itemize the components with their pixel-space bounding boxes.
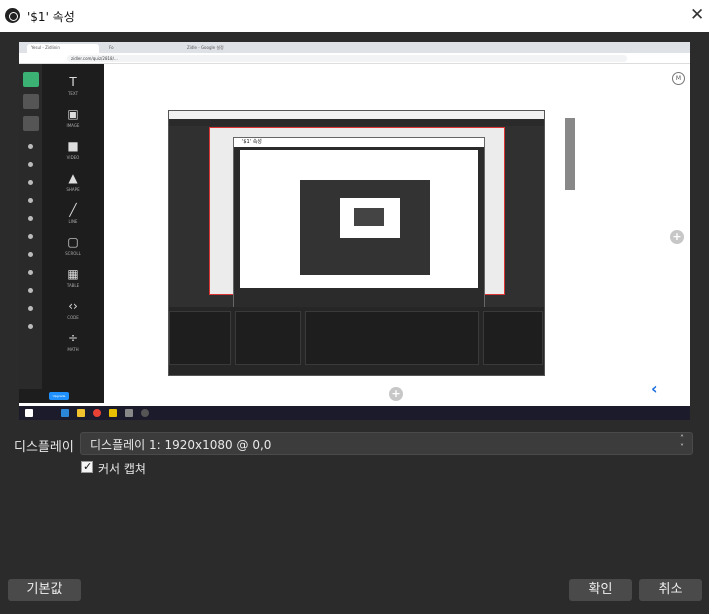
nested-preview — [240, 150, 478, 288]
chevron-left-icon: ‹ — [651, 379, 658, 398]
ok-button[interactable]: 확인 — [569, 579, 632, 601]
brush-icon — [28, 198, 33, 203]
app-icon — [109, 409, 117, 417]
editor-tool-column: T TEXT ▣ IMAGE ■ VIDEO ▲ SHAPE ╱ LINE ▢ SCROLL… — [42, 64, 104, 402]
nested-dock — [169, 311, 231, 365]
gear-icon — [28, 180, 33, 185]
nested-preview-level2 — [300, 180, 430, 275]
browser-tab: Zidle - Google 설정 — [187, 45, 224, 50]
folder-icon — [28, 288, 33, 293]
chrome-icon — [93, 409, 101, 417]
tool-math: ÷ MATH — [67, 331, 79, 353]
undo-icon — [23, 94, 39, 109]
browser-address-bar: zidler.com/quiz/2818/... — [19, 53, 690, 64]
display-select[interactable]: 디스플레이 1: 1920x1080 @ 0,0 ˄ ˅ — [80, 432, 693, 455]
windows-taskbar — [19, 406, 690, 420]
capture-cursor-label: 커서 캡쳐 — [98, 462, 146, 476]
tool-shape: ▲ SHAPE — [66, 171, 80, 193]
tool-line: ╱ LINE — [68, 203, 78, 225]
obs-taskbar-icon — [141, 409, 149, 417]
window-title: '$1' 속성 — [27, 10, 75, 24]
nested-preview-level3 — [340, 198, 400, 238]
nested-menu-bar — [169, 119, 544, 126]
edge-icon — [61, 409, 69, 417]
play-icon — [28, 144, 33, 149]
nested-title-bar — [169, 111, 544, 119]
floating-toolbar — [565, 118, 575, 190]
explorer-icon — [77, 409, 85, 417]
display-select-value: 디스플레이 1: 1920x1080 @ 0,0 — [90, 438, 272, 452]
avatar: M — [672, 72, 685, 85]
editor-left-sidebar — [19, 64, 42, 402]
nested-preview-level4 — [354, 208, 384, 226]
nested-dialog-title: '$1' 속성 — [234, 138, 484, 147]
browser-tab-strip: Yesul - Zidlinin Fo Zidle - Google 설정 — [19, 42, 690, 53]
tool-table: ▦ TABLE — [66, 267, 80, 289]
share-icon — [28, 306, 33, 311]
upload-icon — [28, 270, 33, 275]
nested-dock — [305, 311, 479, 365]
nested-docks — [169, 307, 544, 375]
browser-tab: Yesul - Zidlinin — [27, 44, 99, 53]
clock-icon — [28, 234, 33, 239]
eye-icon — [23, 72, 39, 87]
add-slide-icon: + — [389, 387, 403, 401]
add-block-icon: + — [670, 230, 684, 244]
nested-dock — [235, 311, 301, 365]
more-icon — [28, 324, 33, 329]
close-icon[interactable]: ✕ — [690, 7, 704, 24]
title-bar: '$1' 속성 ✕ — [0, 0, 709, 32]
obs-logo-icon — [5, 8, 20, 23]
windows-start-icon — [25, 409, 33, 417]
layers-icon — [28, 216, 33, 221]
display-label: 디스플레이 — [14, 440, 74, 455]
cancel-button[interactable]: 취소 — [639, 579, 702, 601]
nested-dock — [483, 311, 543, 365]
capture-preview: Yesul - Zidlinin Fo Zidle - Google 설정 zi… — [19, 42, 690, 420]
tool-scroll: ▢ SCROLL — [65, 235, 81, 257]
defaults-button[interactable]: 기본값 — [8, 579, 81, 601]
capture-cursor-checkbox[interactable]: ✓ — [81, 460, 93, 473]
tool-code: ‹› CODE — [67, 299, 79, 321]
tool-text: T TEXT — [67, 75, 79, 97]
browser-url: zidler.com/quiz/2818/... — [67, 55, 627, 62]
upgrade-badge: Upgrade — [49, 392, 69, 400]
browser-tab: Fo — [109, 45, 114, 50]
lock-icon — [28, 162, 33, 167]
nested-obs-window: '$1' 속성 — [168, 110, 545, 376]
chevron-updown-icon: ˄ ˅ — [680, 434, 684, 452]
editor-bottom-bar: Upgrade — [19, 389, 104, 403]
checkmark-icon: ✓ — [83, 460, 93, 473]
cloud-icon — [28, 252, 33, 257]
tool-image: ▣ IMAGE — [66, 107, 80, 129]
tool-video: ■ VIDEO — [66, 139, 80, 161]
app-icon — [125, 409, 133, 417]
check-icon — [23, 116, 39, 131]
